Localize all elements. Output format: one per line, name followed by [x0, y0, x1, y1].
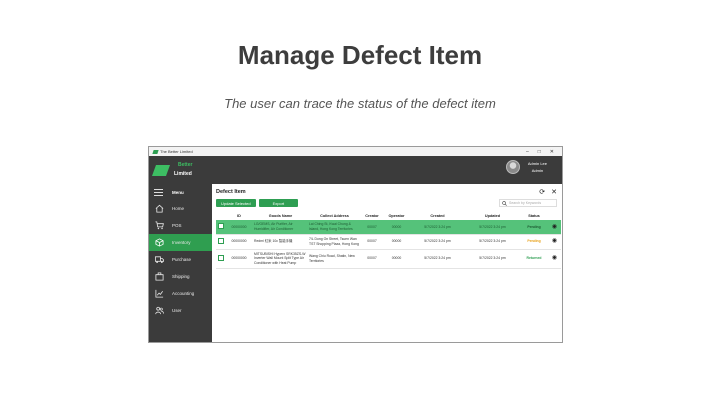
col-goods-name[interactable]: Goods Name — [253, 211, 308, 220]
menu-label: Menu — [172, 189, 184, 195]
sidebar-item-home[interactable]: Home — [149, 200, 212, 217]
col-created[interactable]: Created — [410, 211, 465, 220]
cell-creator: 00007 — [361, 249, 383, 269]
search-input[interactable]: Search by Keywords — [499, 199, 557, 207]
col-select — [216, 211, 225, 220]
sidebar-item-label: Accounting — [172, 291, 195, 296]
cell-created: 5/7/2022 3:24 pm — [410, 234, 465, 250]
col-id[interactable]: ID — [225, 211, 253, 220]
cell-created: 5/7/2022 3:24 pm — [410, 249, 465, 269]
cell-operator: 00000 — [383, 220, 410, 235]
window-titlebar: The Better Limited – □ ✕ — [149, 147, 562, 156]
sidebar-item-label: Inventory — [172, 240, 191, 245]
avatar[interactable] — [505, 160, 520, 174]
cart-icon — [154, 221, 164, 231]
update-selected-button[interactable]: Update Selected — [216, 199, 256, 207]
hamburger-icon[interactable] — [154, 188, 163, 196]
view-eye-icon[interactable]: ◉ — [552, 238, 557, 244]
cell-goods: LG/GEMS, Air Purifier, Air Humidifier, A… — [253, 220, 308, 235]
brand-line-1: Better — [178, 162, 193, 168]
box-icon — [154, 238, 164, 248]
cell-creator: 00007 — [361, 234, 383, 250]
user-name: Admin Lee — [527, 161, 547, 166]
search-placeholder: Search by Keywords — [509, 201, 542, 205]
close-window-icon[interactable]: ✕ — [550, 149, 554, 155]
col-creator[interactable]: Creator — [361, 211, 383, 220]
slide-title: Manage Defect Item — [237, 40, 483, 70]
export-button[interactable]: Export — [258, 199, 299, 207]
main-content: Defect Item ⟳ ✕ Update Selected Export S… — [216, 187, 561, 341]
sidebar-item-pos[interactable]: POS — [149, 217, 212, 234]
cell-address: 7/L Dong On Street, Tsuen Wan TST Shoppi… — [308, 234, 361, 250]
col-collect-address[interactable]: Collect Address — [308, 211, 361, 220]
cell-id: 00000000 — [225, 234, 253, 250]
col-operator[interactable]: Operator — [383, 211, 410, 220]
shipping-icon — [154, 272, 164, 282]
cell-operator: 00000 — [383, 249, 410, 269]
defect-table: ID Goods Name Collect Address Creator Op… — [216, 211, 561, 269]
sidebar-item-accounting[interactable]: Accounting — [149, 285, 212, 302]
close-icon[interactable]: ✕ — [551, 188, 557, 196]
cell-address: Lai Ching St, Kwai Chung & Island, Hong … — [308, 220, 361, 235]
app-header: Better Limited Admin Lee Admin — [149, 156, 562, 184]
row-checkbox[interactable] — [217, 254, 224, 261]
table-row[interactable]: 00000000 MITSUBISHI Hyperx SRK35ZS-W Inv… — [216, 249, 561, 269]
sidebar-item-label: Home — [172, 206, 185, 211]
cell-operator: 00000 — [383, 234, 410, 250]
sidebar-item-label: POS — [172, 223, 182, 228]
sidebar: Menu Home POS Inventory Purchase Shippin… — [149, 184, 212, 342]
cell-created: 5/7/2022 3:24 pm — [410, 220, 465, 235]
view-eye-icon[interactable]: ◉ — [552, 224, 557, 230]
cell-updated: 5/7/2022 3:24 pm — [465, 220, 520, 235]
sidebar-item-inventory[interactable]: Inventory — [149, 234, 212, 251]
cell-updated: 5/7/2022 3:24 pm — [465, 249, 520, 269]
page-title: Defect Item — [216, 189, 246, 195]
col-updated[interactable]: Updated — [465, 211, 520, 220]
table-row[interactable]: 00000000 LG/GEMS, Air Purifier, Air Humi… — [216, 220, 561, 235]
home-icon — [154, 204, 164, 214]
cell-goods: Redmi 紅米 10c 智能手機 — [253, 234, 308, 250]
cell-updated: 5/7/2022 3:24 pm — [465, 234, 520, 250]
search-icon — [502, 200, 507, 206]
truck-icon — [154, 255, 164, 265]
sidebar-item-label: Shipping — [172, 274, 190, 279]
view-eye-icon[interactable]: ◉ — [552, 255, 557, 261]
logo-icon — [151, 164, 171, 176]
sidebar-item-user[interactable]: User — [149, 302, 212, 319]
brand-logo: Better Limited — [149, 156, 212, 184]
refresh-icon[interactable]: ⟳ — [539, 188, 545, 196]
chart-icon — [154, 289, 164, 299]
app-logo-icon — [152, 149, 159, 154]
maximize-icon[interactable]: □ — [538, 149, 541, 155]
status-badge: Returned — [520, 249, 548, 269]
user-menu[interactable]: Admin Lee Admin — [505, 160, 547, 174]
sidebar-item-shipping[interactable]: Shipping — [149, 268, 212, 285]
status-badge: Pending — [520, 234, 548, 250]
app-window: The Better Limited – □ ✕ Better Limited … — [148, 146, 563, 343]
window-title: The Better Limited — [160, 149, 193, 154]
col-status[interactable]: Status — [520, 211, 548, 220]
cell-address: Wang Chiu Road, Shatin, New Territories — [308, 249, 361, 269]
cell-id: 00000000 — [225, 249, 253, 269]
col-action — [548, 211, 561, 220]
sidebar-item-label: Purchase — [172, 257, 192, 262]
minimize-icon[interactable]: – — [526, 149, 529, 155]
cell-id: 00000000 — [225, 220, 253, 235]
cell-creator: 00007 — [361, 220, 383, 235]
row-checkbox[interactable] — [217, 223, 224, 230]
users-icon — [154, 306, 164, 316]
table-header: ID Goods Name Collect Address Creator Op… — [216, 211, 561, 220]
table-row[interactable]: 00000000 Redmi 紅米 10c 智能手機 7/L Dong On S… — [216, 234, 561, 250]
slide-subtitle: The user can trace the status of the def… — [224, 96, 496, 111]
cell-goods: MITSUBISHI Hyperx SRK35ZS-W Inverter Wal… — [253, 249, 308, 269]
sidebar-item-label: User — [172, 308, 182, 313]
brand-line-2: Limited — [174, 171, 192, 177]
sidebar-item-purchase[interactable]: Purchase — [149, 251, 212, 268]
menu-toggle[interactable]: Menu — [149, 184, 212, 200]
row-checkbox[interactable] — [217, 237, 224, 244]
status-badge: Pending — [520, 220, 548, 235]
user-role: Admin — [531, 168, 544, 173]
